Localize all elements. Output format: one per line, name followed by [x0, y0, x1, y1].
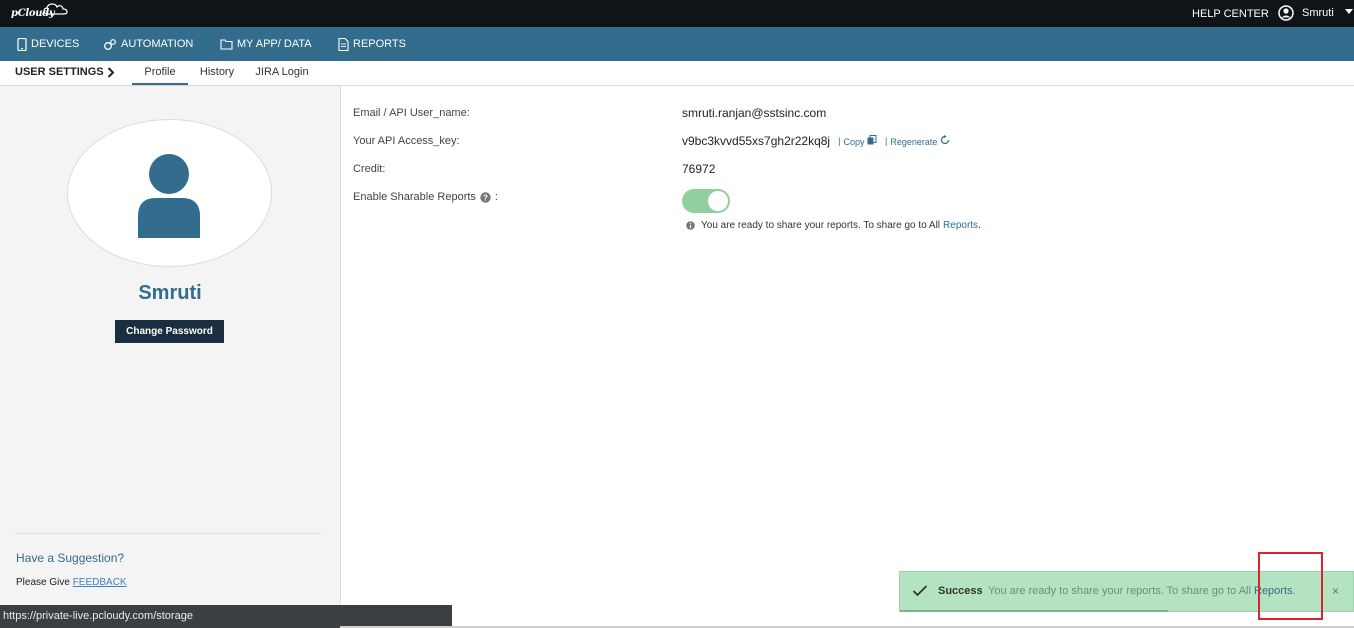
highlight-box: [1258, 552, 1323, 620]
email-value: smruti.ranjan@sstsinc.com: [682, 106, 827, 120]
change-password-button[interactable]: Change Password: [115, 320, 224, 343]
info-icon: [686, 221, 695, 230]
folder-icon: [220, 39, 233, 50]
toggle-knob: [708, 191, 728, 211]
nav-devices[interactable]: DEVICES: [17, 27, 79, 61]
credit-value: 76972: [682, 162, 716, 176]
share-note-reports-link[interactable]: Reports: [943, 220, 978, 231]
main-nav: DEVICES AUTOMATION MY APP/ DATA REPORTS: [0, 27, 1354, 61]
nav-devices-label: DEVICES: [31, 38, 80, 50]
user-name: Smruti: [1302, 7, 1334, 19]
nav-my-app-data-label: MY APP/ DATA: [237, 38, 312, 50]
refresh-icon: [940, 135, 950, 145]
credit-label: Credit:: [353, 163, 386, 175]
cloud-icon: [43, 3, 68, 15]
svg-text:?: ?: [483, 193, 488, 202]
tab-profile[interactable]: Profile: [132, 61, 188, 85]
check-icon: [912, 585, 928, 597]
question-icon[interactable]: ?: [480, 191, 491, 203]
user-avatar-icon: [138, 154, 200, 238]
user-settings-title: USER SETTINGS: [15, 66, 104, 78]
nav-my-app-data[interactable]: MY APP/ DATA: [220, 27, 312, 61]
tab-jira-login[interactable]: JIRA Login: [252, 61, 312, 83]
caret-down-icon: [1345, 9, 1353, 14]
email-label: Email / API User_name:: [353, 107, 470, 119]
copy-separator: |: [838, 136, 841, 146]
top-bar: pCloudy HELP CENTER Smruti: [0, 0, 1354, 27]
settings-subnav: USER SETTINGS Profile History JIRA Login: [0, 61, 1354, 86]
api-key-label: Your API Access_key:: [353, 135, 460, 147]
regenerate-separator: |: [884, 136, 888, 146]
gears-icon: [104, 38, 116, 50]
link-status-bar: https://private-live.pcloudy.com/storage: [0, 605, 452, 628]
nav-automation-label: AUTOMATION: [121, 38, 194, 50]
regenerate-link[interactable]: Regenerate: [890, 135, 950, 147]
document-icon: [338, 37, 349, 51]
share-note-end: .: [978, 220, 981, 231]
sharable-row-label: Enable Sharable Reports ? :: [353, 191, 498, 203]
share-note: You are ready to share your reports. To …: [686, 220, 981, 231]
share-note-text: You are ready to share your reports. To …: [701, 220, 941, 231]
toast-message: You are ready to share your reports. To …: [988, 585, 1296, 597]
nav-automation[interactable]: AUTOMATION: [103, 27, 193, 61]
api-key-value: v9bc3kvvd55xs7gh2r22kq8j: [682, 134, 831, 148]
phone-icon: [17, 37, 27, 51]
feedback-prompt: Please Give FEEDBACK: [16, 577, 127, 588]
copy-label: Copy: [843, 137, 865, 147]
profile-name: Smruti: [138, 282, 202, 304]
user-circle-icon: [1278, 5, 1294, 21]
tab-history[interactable]: History: [194, 61, 240, 83]
sharable-label: Enable Sharable Reports: [353, 191, 476, 203]
copy-link[interactable]: Copy: [843, 135, 877, 147]
api-key-row: v9bc3kvvd55xs7gh2r22kq8j | Copy | Regene…: [682, 134, 950, 148]
nav-reports-label: REPORTS: [353, 38, 406, 50]
help-center-link[interactable]: HELP CENTER: [1192, 8, 1269, 20]
toast-message-text: You are ready to share your reports. To …: [988, 585, 1251, 597]
pcloudy-logo[interactable]: pCloudy: [11, 3, 68, 19]
copy-icon: [867, 135, 877, 145]
sidebar-divider: [14, 533, 322, 534]
toast-close-button[interactable]: ×: [1332, 584, 1339, 598]
chevron-right-icon: [107, 67, 115, 78]
toast-title: Success: [938, 585, 983, 597]
profile-sidebar: Smruti Change Password Have a Suggestion…: [0, 86, 341, 628]
feedback-link[interactable]: FEEDBACK: [73, 577, 127, 588]
avatar: [67, 119, 272, 267]
suggestion-heading: Have a Suggestion?: [16, 551, 125, 565]
nav-reports[interactable]: REPORTS: [338, 27, 406, 61]
regenerate-label: Regenerate: [890, 137, 938, 147]
sharable-colon: :: [494, 191, 498, 203]
please-give-text: Please Give: [16, 577, 70, 588]
toast-progress-bar: [900, 610, 1168, 612]
sharable-reports-toggle[interactable]: [682, 189, 730, 213]
